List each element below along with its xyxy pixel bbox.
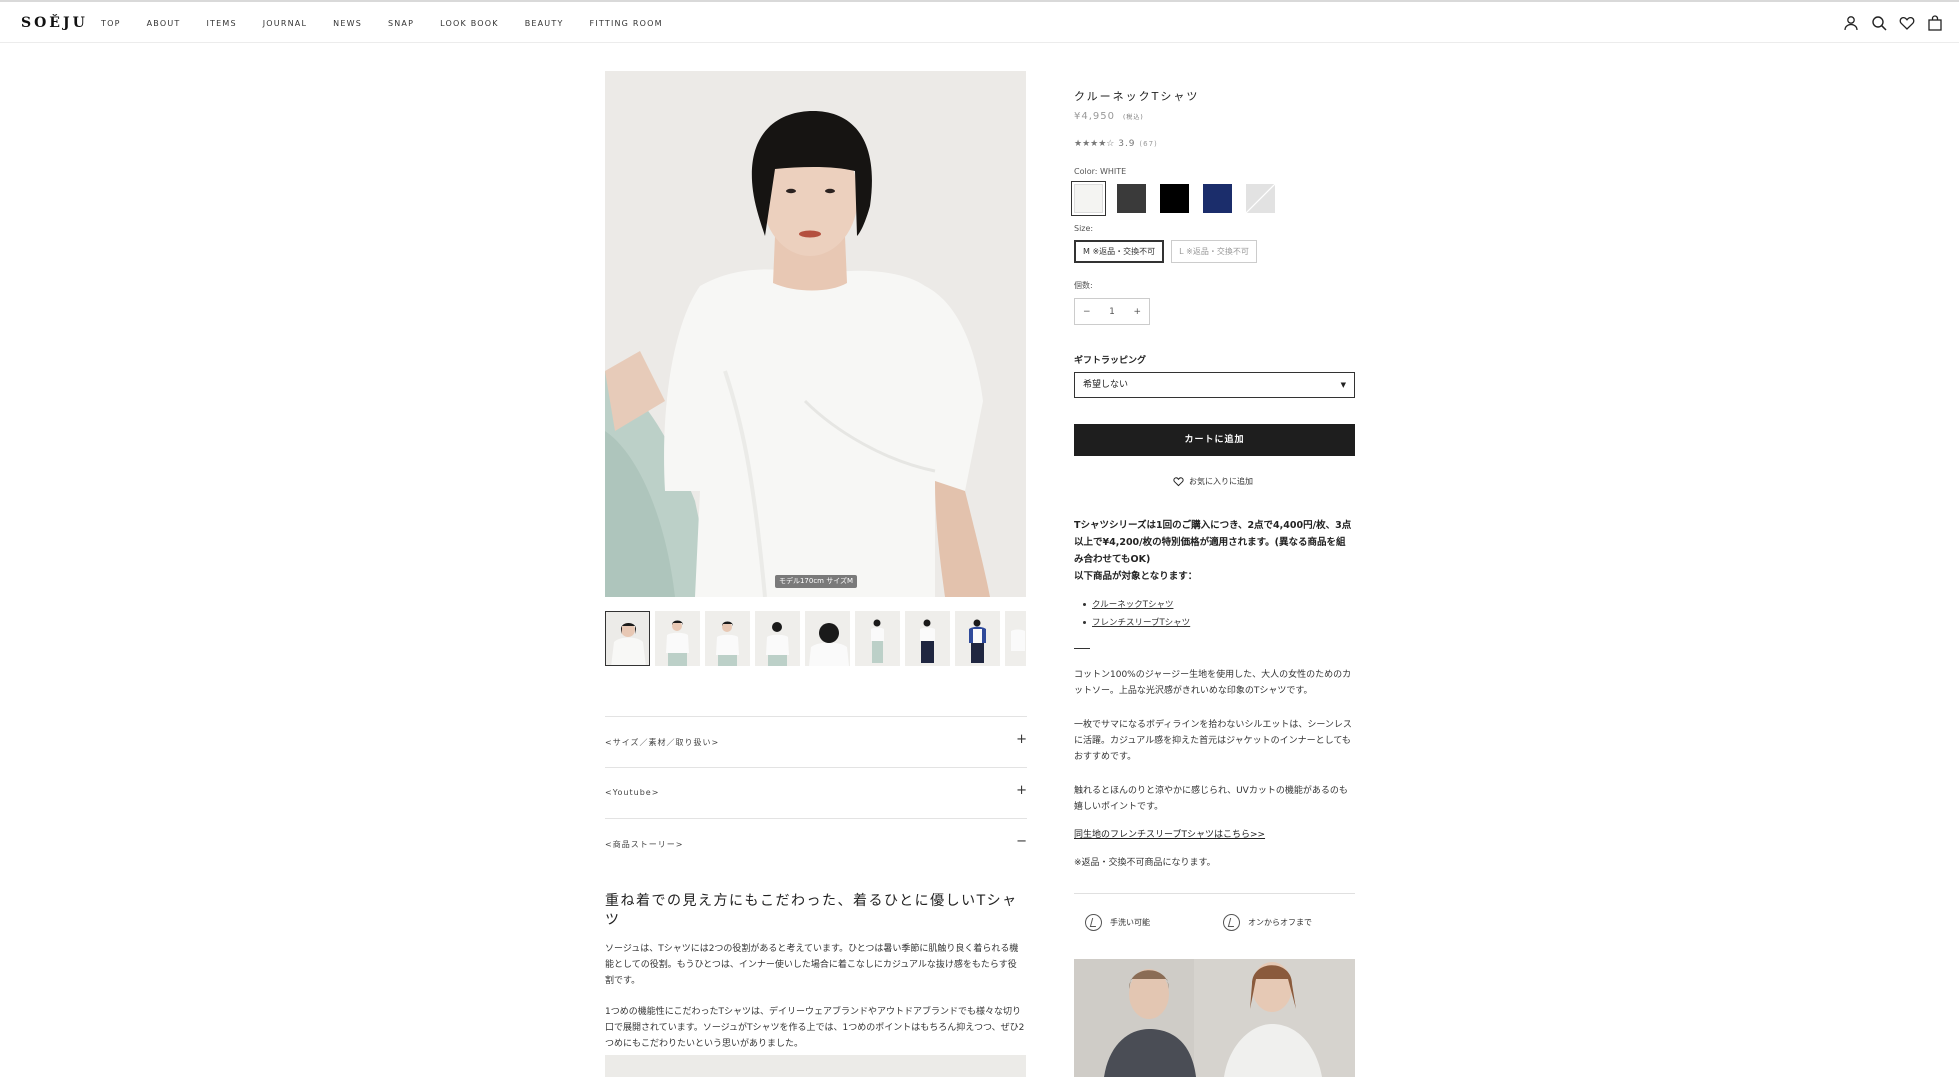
promo-text: Tシャツシリーズは1回のご購入につき、2点で4,400円/枚、3点以上で¥4,2… <box>1074 517 1355 585</box>
swatch-navy[interactable] <box>1203 184 1232 213</box>
search-icon[interactable] <box>1871 15 1887 31</box>
promo-item-list: クルーネックTシャツ フレンチスリーブTシャツ <box>1082 596 1190 632</box>
main-product-image[interactable] <box>605 71 1026 597</box>
thumbnail-6[interactable] <box>855 611 900 666</box>
gift-wrapping-value: 希望しない <box>1083 380 1129 390</box>
add-to-favorites-button[interactable]: お気に入りに追加 <box>1173 476 1253 487</box>
thumbnail-9[interactable] <box>1005 611 1026 666</box>
review-count: (67) <box>1139 140 1158 148</box>
description-paragraph-3: 触れるとほんのりと涼やかに感じられ、UVカットの機能があるのも嬉しいポイントです… <box>1074 786 1348 812</box>
accordion-product-story[interactable]: <商品ストーリー> − <box>605 818 1027 869</box>
feature-label: 手洗い可能 <box>1110 918 1150 927</box>
minus-icon: − <box>1016 834 1027 849</box>
add-to-cart-button[interactable]: カートに追加 <box>1074 424 1355 456</box>
heart-icon <box>1173 477 1184 487</box>
story-image <box>605 1055 1026 1077</box>
description-paragraph-1: コットン100%のジャージー生地を使用した、大人の女性のためのカットソー。上品な… <box>1074 670 1352 696</box>
size-option-l[interactable]: L ※返品・交換不可 <box>1171 240 1257 263</box>
model-caption: モデル170cm サイズM <box>775 575 857 588</box>
nav-snap[interactable]: SNAP <box>388 19 414 28</box>
thumbnail-4[interactable] <box>755 611 800 666</box>
header-icons <box>1843 15 1943 31</box>
nav-top[interactable]: TOP <box>101 19 121 28</box>
price-value: ¥4,950 <box>1074 111 1115 122</box>
site-header: SOĚJU TOP ABOUT ITEMS JOURNAL NEWS SNAP … <box>0 0 1959 43</box>
accordion-label: <商品ストーリー> <box>605 840 684 849</box>
promo-main: Tシャツシリーズは1回のご購入につき、2点で4,400円/枚、3点以上で¥4,2… <box>1074 520 1352 565</box>
promo-target-note: 以下商品が対象となります： <box>1074 571 1198 582</box>
accordion-youtube[interactable]: <Youtube> + <box>605 767 1027 818</box>
product-price: ¥4,950 (税込) <box>1074 111 1144 122</box>
account-icon[interactable] <box>1843 15 1859 31</box>
bag-icon[interactable] <box>1927 15 1943 31</box>
size-option-m[interactable]: M ※返品・交換不可 <box>1074 240 1165 263</box>
increase-button[interactable]: + <box>1133 307 1141 317</box>
swatch-charcoal[interactable] <box>1117 184 1146 213</box>
story-paragraph-1: ソージュは、Tシャツには2つの役割があると考えています。ひとつは暑い季節に肌触り… <box>605 944 1019 986</box>
thumbnail-strip <box>605 611 1026 667</box>
quantity-label: 個数: <box>1074 281 1093 290</box>
thumbnail-8[interactable] <box>955 611 1000 666</box>
thumbnail-2[interactable] <box>655 611 700 666</box>
swatch-white[interactable] <box>1071 181 1106 216</box>
feature-on-off: オンからオフまで <box>1223 914 1312 931</box>
plus-icon: + <box>1016 783 1027 798</box>
product-title: クルーネックTシャツ <box>1074 90 1200 103</box>
favorites-label: お気に入りに追加 <box>1189 477 1253 486</box>
thumbnail-3[interactable] <box>705 611 750 666</box>
story-paragraph-2: 1つめの機能性にこだわったTシャツは、デイリーウェアブランドやアウトドアブランド… <box>605 1007 1025 1049</box>
main-nav: TOP ABOUT ITEMS JOURNAL NEWS SNAP LOOK B… <box>101 19 689 28</box>
nav-beauty[interactable]: BEAUTY <box>525 19 564 28</box>
promo-link-french-sleeve[interactable]: フレンチスリーブTシャツ <box>1092 618 1190 628</box>
plus-icon: + <box>1016 732 1027 747</box>
list-item: フレンチスリーブTシャツ <box>1082 614 1190 632</box>
return-note: ※返品・交換不可商品になります。 <box>1074 858 1216 868</box>
accordion-size-material[interactable]: <サイズ／素材／取り扱い> + <box>605 716 1027 767</box>
on-off-icon <box>1223 914 1240 931</box>
story-title: 重ね着での見え方にもこだわった、着るひとに優しいTシャツ <box>605 893 1018 928</box>
decrease-button[interactable]: − <box>1083 307 1091 317</box>
quantity-value[interactable]: 1 <box>1109 307 1115 317</box>
nav-journal[interactable]: JOURNAL <box>263 19 307 28</box>
brand-logo[interactable]: SOĚJU <box>21 15 88 31</box>
nav-about[interactable]: ABOUT <box>147 19 181 28</box>
size-options: M ※返品・交換不可 L ※返品・交換不可 <box>1074 240 1257 263</box>
styling-image <box>1074 959 1355 1077</box>
feature-label: オンからオフまで <box>1248 918 1312 927</box>
hand-wash-icon <box>1085 914 1102 931</box>
quantity-stepper: − 1 + <box>1074 298 1150 325</box>
nav-items[interactable]: ITEMS <box>206 19 236 28</box>
size-label: Size: <box>1074 224 1094 233</box>
list-item: クルーネックTシャツ <box>1082 596 1190 614</box>
gift-wrapping-select[interactable]: 希望しない ▼ <box>1074 372 1355 398</box>
nav-look-book[interactable]: LOOK BOOK <box>440 19 499 28</box>
thumbnail-7[interactable] <box>905 611 950 666</box>
promo-link-crewneck[interactable]: クルーネックTシャツ <box>1092 600 1173 610</box>
accordion-label: <サイズ／素材／取り扱い> <box>605 738 720 747</box>
rating-value: 3.9 <box>1118 139 1136 149</box>
thumbnail-1[interactable] <box>605 611 650 666</box>
swatch-light-gray[interactable] <box>1245 183 1276 214</box>
divider <box>1074 893 1355 894</box>
tax-note: (税込) <box>1123 114 1144 121</box>
divider <box>1074 648 1090 649</box>
related-product-link[interactable]: 同生地のフレンチスリーブTシャツはこちら>> <box>1074 827 1355 843</box>
thumbnail-5[interactable] <box>805 611 850 666</box>
gift-wrapping-label: ギフトラッピング <box>1074 356 1147 366</box>
description-paragraph-2: 一枚でサマになるボディラインを拾わないシルエットは、シーンレスに活躍。カジュアル… <box>1074 720 1352 762</box>
nav-fitting-room[interactable]: FITTING ROOM <box>590 19 663 28</box>
heart-icon[interactable] <box>1899 15 1915 31</box>
accordion-label: <Youtube> <box>605 788 660 797</box>
nav-news[interactable]: NEWS <box>333 19 362 28</box>
swatch-black[interactable] <box>1160 184 1189 213</box>
color-swatches <box>1071 181 1276 216</box>
color-label: Color: WHITE <box>1074 167 1127 176</box>
product-rating[interactable]: ★★★★☆ 3.9 (67) <box>1074 139 1158 149</box>
star-rating-icon: ★★★★☆ <box>1074 139 1115 149</box>
feature-hand-wash: 手洗い可能 <box>1085 914 1150 931</box>
chevron-down-icon: ▼ <box>1340 381 1346 389</box>
